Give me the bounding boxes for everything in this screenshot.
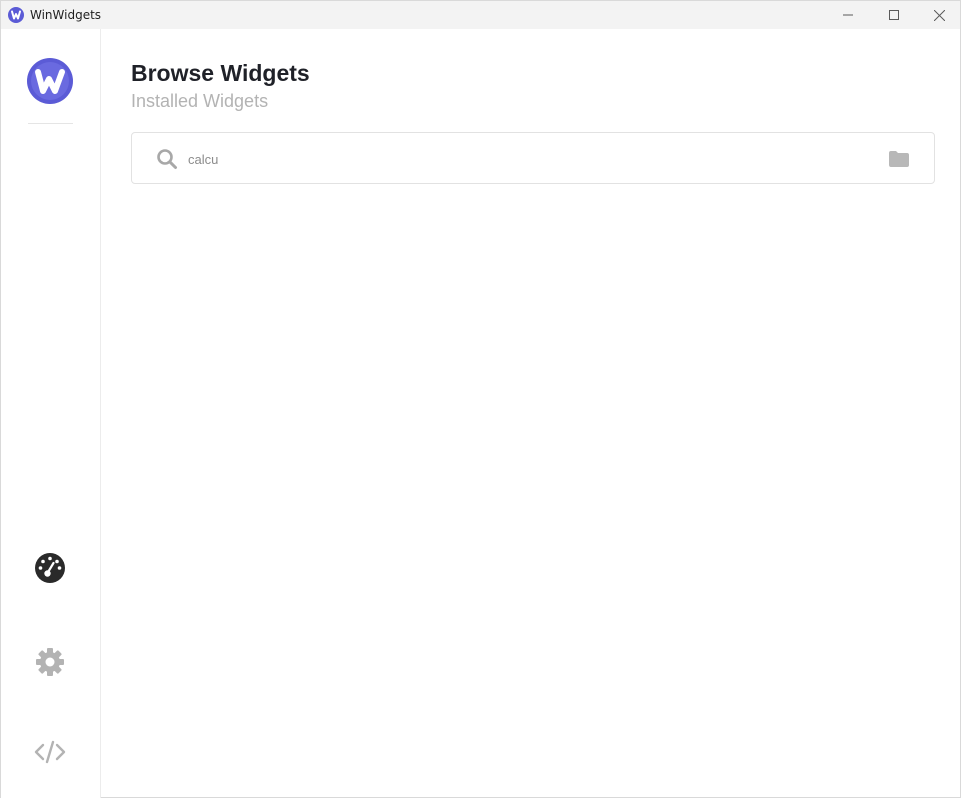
minimize-icon <box>843 14 853 16</box>
sidebar-item-settings[interactable] <box>31 643 69 681</box>
sidebar-item-developer[interactable] <box>31 733 69 771</box>
dashboard-gauge-icon <box>35 553 65 583</box>
title-bar[interactable]: WinWidgets <box>1 1 960 29</box>
app-window: WinWidgets Browse Widgets Installed Widg… <box>0 0 961 798</box>
search-input[interactable] <box>188 147 868 171</box>
maximize-icon <box>889 10 899 20</box>
maximize-button[interactable] <box>871 1 917 29</box>
sidebar-item-dashboard[interactable] <box>31 549 69 587</box>
code-icon <box>34 740 66 764</box>
sidebar <box>1 29 101 798</box>
close-icon <box>933 9 945 21</box>
window-title: WinWidgets <box>30 8 102 22</box>
close-button[interactable] <box>916 1 961 29</box>
search-bar <box>131 132 935 184</box>
app-logo-icon <box>8 7 24 23</box>
main-content: Browse Widgets Installed Widgets <box>102 29 960 797</box>
gear-icon <box>36 648 64 676</box>
search-icon <box>156 148 178 170</box>
page-subtitle: Installed Widgets <box>131 91 269 111</box>
sidebar-divider <box>28 123 73 124</box>
open-folder-button[interactable] <box>887 148 911 170</box>
brand-logo[interactable] <box>27 58 73 104</box>
winwidgets-logo-icon <box>27 58 73 104</box>
page-title: Browse Widgets <box>131 60 310 86</box>
minimize-button[interactable] <box>825 1 871 29</box>
folder-icon <box>889 151 909 167</box>
